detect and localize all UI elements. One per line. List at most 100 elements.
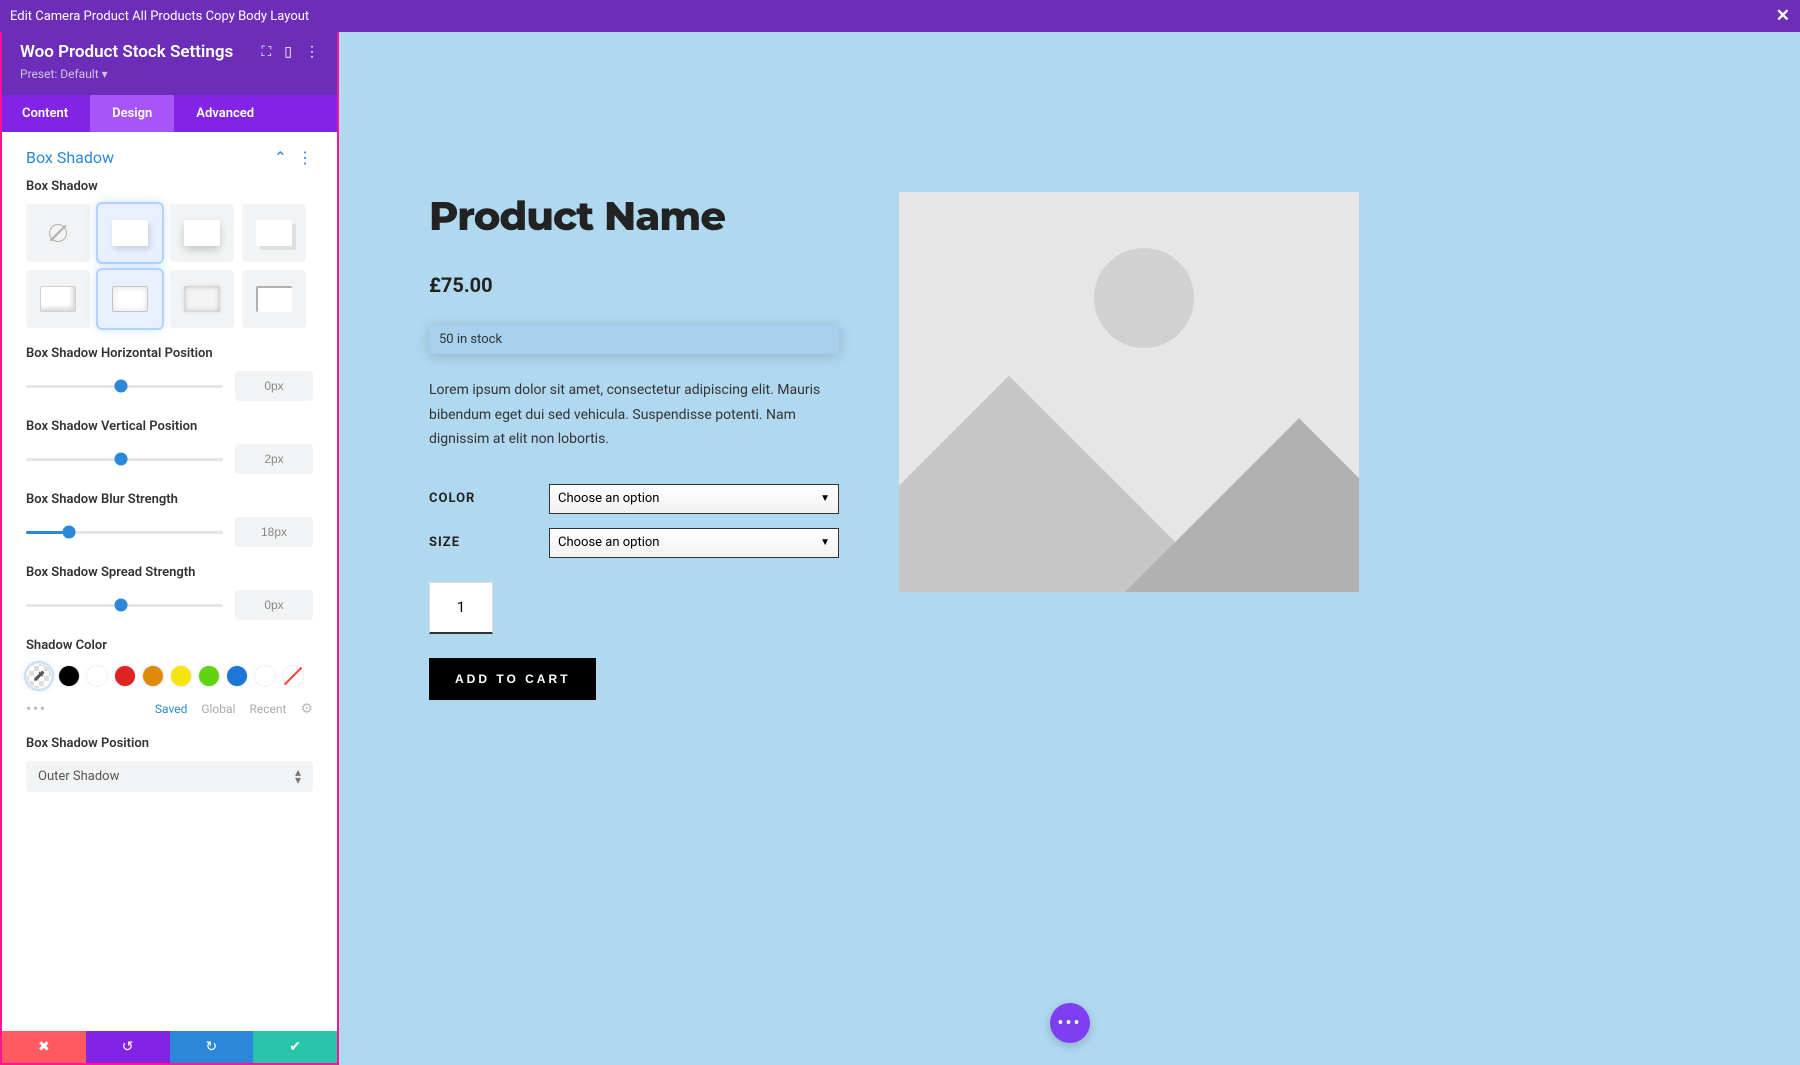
save-button[interactable]: ✔ (253, 1031, 337, 1063)
position-select-value: Outer Shadow (38, 769, 119, 784)
preset-2[interactable] (170, 204, 234, 262)
swatch-white2[interactable] (254, 665, 276, 687)
horiz-input[interactable] (235, 371, 313, 401)
gear-icon[interactable]: ⚙ (300, 701, 313, 717)
more-dots-icon[interactable]: ••• (26, 699, 47, 718)
menu-dots-icon[interactable]: ⋮ (305, 44, 319, 60)
blur-strength-field: Box Shadow Blur Strength (2, 492, 337, 547)
preset-3[interactable] (242, 204, 306, 262)
expand-icon[interactable]: ⛶ (261, 44, 271, 60)
swatch-red[interactable] (114, 665, 136, 687)
chevron-up-icon[interactable]: ⌃ (274, 148, 287, 167)
spread-label: Box Shadow Spread Strength (26, 565, 313, 580)
shadow-presets-grid (26, 204, 313, 328)
color-tab-recent[interactable]: Recent (249, 702, 286, 716)
shadow-position-field: Box Shadow Position Outer Shadow ▴▾ (2, 736, 337, 792)
preset-5[interactable] (98, 270, 162, 328)
preset-none[interactable] (26, 204, 90, 262)
eyedropper-icon[interactable] (26, 663, 52, 689)
slider-thumb[interactable] (114, 453, 127, 466)
color-select[interactable]: Choose an option ▼ (549, 484, 839, 514)
sidebar-header: Woo Product Stock Settings ⛶ ▯ ⋮ Preset:… (2, 32, 337, 95)
color-label: COLOR (429, 491, 549, 506)
blur-slider[interactable] (26, 531, 223, 534)
preset-6[interactable] (170, 270, 234, 328)
horiz-label: Box Shadow Horizontal Position (26, 346, 313, 361)
preset-4[interactable] (26, 270, 90, 328)
horiz-position-field: Box Shadow Horizontal Position (2, 346, 337, 401)
close-icon[interactable]: ✕ (1776, 6, 1790, 26)
size-select[interactable]: Choose an option ▼ (549, 528, 839, 558)
slider-thumb[interactable] (114, 599, 127, 612)
vert-input[interactable] (235, 444, 313, 474)
section-menu-icon[interactable]: ⋮ (297, 148, 313, 167)
swatch-yellow[interactable] (170, 665, 192, 687)
color-tab-saved[interactable]: Saved (155, 702, 187, 716)
vert-label: Box Shadow Vertical Position (26, 419, 313, 434)
color-label: Shadow Color (26, 638, 313, 653)
position-label: Box Shadow Position (26, 736, 313, 751)
preset-7[interactable] (242, 270, 306, 328)
tab-advanced[interactable]: Advanced (174, 95, 276, 132)
sidebar-header-icons: ⛶ ▯ ⋮ (261, 44, 319, 60)
blur-input[interactable] (235, 517, 313, 547)
color-tab-global[interactable]: Global (201, 702, 235, 716)
blur-label: Box Shadow Blur Strength (26, 492, 313, 507)
settings-panel: Box Shadow ⌃ ⋮ Box Shadow (2, 132, 337, 1031)
spread-slider[interactable] (26, 604, 223, 607)
color-swatches (26, 663, 313, 689)
position-select[interactable]: Outer Shadow ▴▾ (26, 761, 313, 792)
tab-content[interactable]: Content (2, 95, 90, 132)
swatch-white[interactable] (86, 665, 108, 687)
tab-bar: Content Design Advanced (2, 95, 337, 132)
settings-sidebar: Woo Product Stock Settings ⛶ ▯ ⋮ Preset:… (0, 32, 339, 1065)
product-info: Product Name £75.00 50 in stock Lorem ip… (429, 192, 839, 700)
sidebar-title: Woo Product Stock Settings (20, 42, 233, 62)
section-header[interactable]: Box Shadow ⌃ ⋮ (2, 132, 337, 179)
product-description: Lorem ipsum dolor sit amet, consectetur … (429, 378, 839, 452)
preview-area: Product Name £75.00 50 in stock Lorem ip… (339, 32, 1800, 1065)
swatch-blue[interactable] (226, 665, 248, 687)
main: Woo Product Stock Settings ⛶ ▯ ⋮ Preset:… (0, 32, 1800, 1065)
swatch-orange[interactable] (142, 665, 164, 687)
responsive-icon[interactable]: ▯ (284, 44, 292, 60)
quantity-stepper[interactable]: 1 (429, 582, 493, 634)
variant-color-row: COLOR Choose an option ▼ (429, 484, 839, 514)
color-select-text: Choose an option (558, 491, 659, 506)
product-row: Product Name £75.00 50 in stock Lorem ip… (339, 32, 1800, 700)
product-price: £75.00 (429, 273, 839, 297)
title-bar: Edit Camera Product All Products Copy Bo… (0, 0, 1800, 32)
chevron-down-icon: ▼ (820, 493, 830, 504)
horiz-slider[interactable] (26, 385, 223, 388)
select-arrows-icon: ▴▾ (295, 769, 301, 783)
shadow-color-field: Shadow Color (2, 638, 337, 718)
none-icon (49, 224, 67, 242)
vert-position-field: Box Shadow Vertical Position (2, 419, 337, 474)
discard-button[interactable]: ✖ (2, 1031, 86, 1063)
stock-badge: 50 in stock (429, 325, 839, 354)
title-bar-text: Edit Camera Product All Products Copy Bo… (10, 9, 309, 24)
variant-size-row: SIZE Choose an option ▼ (429, 528, 839, 558)
slider-thumb[interactable] (114, 380, 127, 393)
add-to-cart-button[interactable]: ADD TO CART (429, 658, 596, 700)
preset-dropdown[interactable]: Preset: Default ▾ (20, 67, 319, 81)
size-select-text: Choose an option (558, 535, 659, 550)
fab-button[interactable]: ••• (1050, 1003, 1090, 1043)
size-label: SIZE (429, 535, 549, 550)
preset-1[interactable] (98, 204, 162, 262)
section-title: Box Shadow (26, 148, 114, 167)
swatch-none[interactable] (282, 665, 304, 687)
spread-input[interactable] (235, 590, 313, 620)
spread-strength-field: Box Shadow Spread Strength (2, 565, 337, 620)
chevron-down-icon: ▼ (820, 537, 830, 548)
undo-button[interactable]: ↺ (86, 1031, 170, 1063)
presets-label: Box Shadow (26, 179, 313, 194)
swatch-black[interactable] (58, 665, 80, 687)
vert-slider[interactable] (26, 458, 223, 461)
product-title: Product Name (429, 192, 839, 241)
shadow-presets-field: Box Shadow (2, 179, 337, 328)
swatch-green[interactable] (198, 665, 220, 687)
redo-button[interactable]: ↻ (170, 1031, 254, 1063)
tab-design[interactable]: Design (90, 95, 174, 132)
slider-thumb[interactable] (63, 526, 76, 539)
